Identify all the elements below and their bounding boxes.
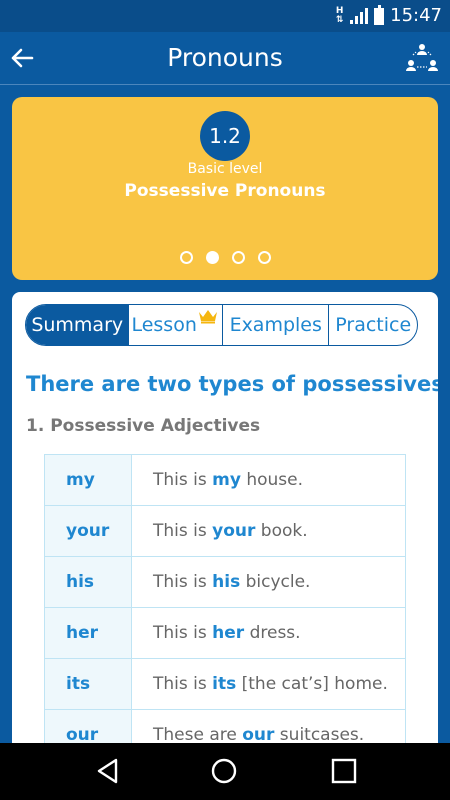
pager-dot[interactable] [179, 251, 193, 264]
example-after: dress. [244, 623, 301, 643]
navigation-bar [0, 743, 450, 800]
example-highlight: her [212, 623, 245, 643]
example-cell: This is your book. [131, 505, 406, 557]
example-before: These are [153, 725, 243, 745]
pager-dot-active[interactable] [205, 251, 219, 264]
sub-heading: 1. Possessive Adjectives [26, 416, 261, 436]
table-row: her This is her dress. [44, 607, 406, 659]
level-name: Basic level [187, 161, 263, 177]
example-highlight: my [212, 470, 241, 490]
table-row: its This is its [the cat’s] home. [44, 658, 406, 710]
pager-dot[interactable] [257, 251, 271, 264]
community-icon[interactable] [404, 40, 440, 76]
example-after: [the cat’s] home. [236, 674, 388, 694]
page-title: Pronouns [167, 43, 283, 72]
pager-dot[interactable] [231, 251, 245, 264]
tab-lesson[interactable]: Lesson [128, 305, 222, 345]
example-cell: This is her dress. [131, 607, 406, 659]
arrow-left-icon[interactable] [8, 44, 36, 72]
triangle-back-icon[interactable] [94, 757, 122, 785]
battery-icon [374, 4, 385, 25]
example-after: bicycle. [240, 572, 311, 592]
table-row: your This is your book. [44, 505, 406, 557]
content-card: Summary Lesson Examples Practice There a… [12, 292, 438, 752]
app-bar: Pronouns [0, 32, 450, 85]
tab-lesson-label: Lesson [131, 314, 197, 336]
example-highlight: its [212, 674, 237, 694]
example-cell: This is its [the cat’s] home. [131, 658, 406, 710]
pronoun-cell: your [44, 505, 132, 557]
example-before: This is [153, 572, 213, 592]
possessive-adjectives-table: my This is my house. your This is your book… [44, 454, 406, 752]
network-type-icon: H ⇅ [335, 6, 344, 25]
status-bar: H ⇅ 15:47 [0, 0, 450, 32]
example-after: suitcases. [274, 725, 365, 745]
example-highlight: our [242, 725, 275, 745]
tab-practice[interactable]: Practice [328, 305, 417, 345]
example-cell: This is my house. [131, 454, 406, 506]
example-before: This is [153, 521, 213, 541]
crown-icon [199, 310, 217, 324]
pronoun-cell: its [44, 658, 132, 710]
circle-home-icon[interactable] [210, 757, 238, 785]
pronoun-cell: his [44, 556, 132, 608]
status-icons: H ⇅ 15:47 [335, 0, 442, 32]
level-card[interactable]: 1.2 Basic level Possessive Pronouns [12, 97, 438, 280]
pronoun-cell: her [44, 607, 132, 659]
pronoun-cell: my [44, 454, 132, 506]
tab-summary[interactable]: Summary [26, 305, 129, 345]
section-heading: There are two types of possessives: [26, 372, 438, 396]
example-after: house. [240, 470, 304, 490]
example-after: book. [255, 521, 308, 541]
table-row: my This is my house. [44, 454, 406, 506]
example-highlight: his [212, 572, 241, 592]
example-before: This is [153, 470, 213, 490]
status-time: 15:47 [390, 5, 442, 26]
example-before: This is [153, 674, 213, 694]
signal-icon [350, 8, 369, 24]
example-highlight: your [212, 521, 256, 541]
example-before: This is [153, 623, 213, 643]
table-row: his This is his bicycle. [44, 556, 406, 608]
tab-bar: Summary Lesson Examples Practice [25, 304, 418, 346]
pager-dots [12, 251, 438, 264]
lesson-title: Possessive Pronouns [124, 181, 326, 201]
square-recent-icon[interactable] [331, 758, 357, 784]
tab-examples[interactable]: Examples [222, 305, 328, 345]
example-cell: This is his bicycle. [131, 556, 406, 608]
level-number-badge: 1.2 [200, 111, 250, 161]
